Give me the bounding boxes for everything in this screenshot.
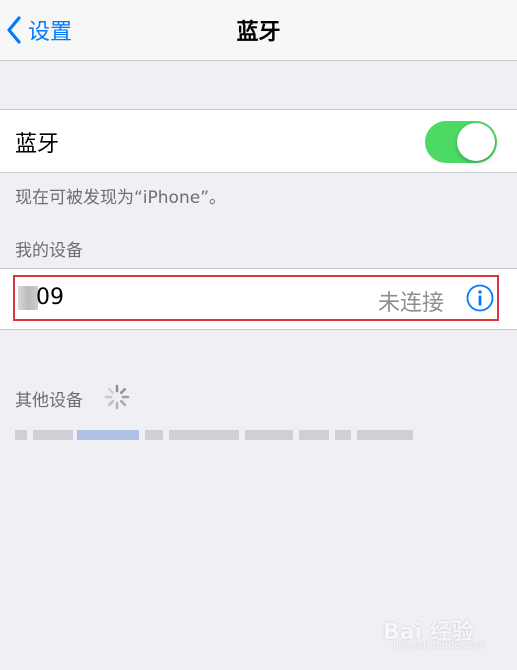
device-name: 09 — [36, 285, 64, 310]
my-devices-header: 我的设备 — [15, 241, 83, 261]
watermark-logo: Bai 经验 jingyan.baidu.com — [383, 612, 503, 652]
page-title: 蓝牙 — [236, 20, 281, 45]
watermark-sub: jingyan.baidu.com — [393, 640, 486, 651]
toggle-knob — [457, 123, 495, 161]
bluetooth-label: 蓝牙 — [15, 132, 60, 157]
spinner-icon — [103, 383, 131, 411]
device-row[interactable]: 09 未连接 — [0, 268, 517, 330]
info-icon[interactable] — [466, 284, 494, 312]
discoverable-text: 现在可被发现为“iPhone”。 — [15, 188, 226, 208]
blurred-device-prefix — [18, 286, 38, 310]
blurred-other-device — [15, 428, 415, 442]
navigation-bar: 设置 蓝牙 — [0, 0, 517, 61]
bluetooth-toggle-cell: 蓝牙 — [0, 109, 517, 173]
other-devices-header: 其他设备 — [15, 391, 83, 411]
device-status: 未连接 — [378, 291, 445, 316]
bluetooth-toggle[interactable] — [425, 121, 497, 163]
